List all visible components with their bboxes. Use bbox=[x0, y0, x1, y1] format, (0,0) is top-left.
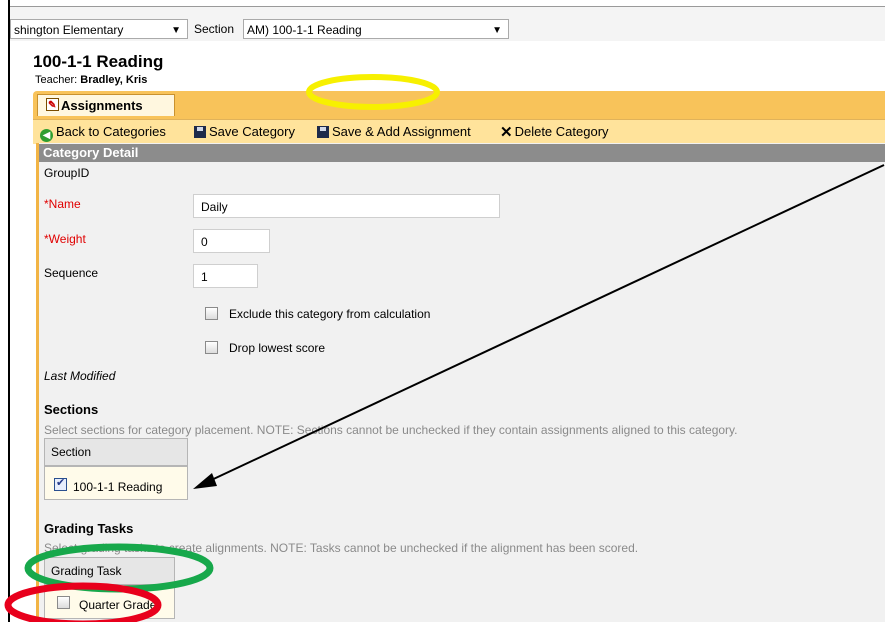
name-label: *Name bbox=[44, 197, 81, 211]
toolbar: ◀ Back to Categories Save Category Save &… bbox=[33, 119, 885, 144]
grading-task-column-header: Grading Task bbox=[44, 557, 175, 585]
last-modified-label: Last Modified bbox=[44, 369, 116, 383]
name-field[interactable]: Daily bbox=[193, 194, 500, 218]
back-label: Back to Categories bbox=[56, 124, 166, 139]
window-border bbox=[8, 0, 10, 622]
section-select[interactable]: AM) 100-1-1 Reading ▼ bbox=[243, 19, 509, 39]
weight-label: *Weight bbox=[44, 232, 86, 246]
teacher-line: Teacher: Bradley, Kris bbox=[35, 74, 147, 86]
exclude-label: Exclude this category from calculation bbox=[229, 307, 431, 321]
weight-field[interactable]: 0 bbox=[193, 229, 270, 253]
chevron-down-icon: ▼ bbox=[171, 25, 181, 36]
section-checkbox[interactable] bbox=[54, 476, 67, 491]
teacher-label: Teacher: bbox=[35, 74, 78, 86]
section-label: Section bbox=[194, 22, 235, 36]
sections-column-header: Section bbox=[44, 438, 188, 466]
sequence-value: 1 bbox=[201, 270, 208, 284]
save-add-label: Save & Add Assignment bbox=[332, 124, 471, 139]
edit-icon bbox=[46, 95, 59, 117]
groupid-label: GroupID bbox=[44, 166, 90, 180]
close-icon: ✕ bbox=[500, 124, 513, 141]
weight-value: 0 bbox=[201, 235, 208, 249]
save-category-button[interactable]: Save Category bbox=[194, 123, 295, 140]
section-select-value: AM) 100-1-1 Reading bbox=[247, 23, 362, 37]
delete-category-button[interactable]: ✕ Delete Category bbox=[500, 123, 609, 141]
section-row-label: 100-1-1 Reading bbox=[73, 480, 163, 494]
floppy-disk-icon bbox=[317, 126, 329, 138]
name-value: Daily bbox=[201, 200, 228, 214]
teacher-name: Bradley, Kris bbox=[80, 74, 148, 86]
exclude-checkbox[interactable] bbox=[205, 307, 218, 320]
grading-task-row-label: Quarter Grade bbox=[79, 598, 157, 612]
save-add-assignment-button[interactable]: Save & Add Assignment bbox=[317, 123, 471, 140]
drop-lowest-checkbox[interactable] bbox=[205, 341, 218, 354]
save-label: Save Category bbox=[209, 124, 295, 139]
sections-hint: Select sections for category placement. … bbox=[44, 423, 738, 437]
tab-assignments[interactable]: Assignments bbox=[37, 94, 175, 117]
delete-label: Delete Category bbox=[514, 124, 609, 139]
back-to-categories-button[interactable]: ◀ Back to Categories bbox=[40, 123, 166, 142]
grading-task-checkbox[interactable] bbox=[57, 596, 70, 609]
sections-title: Sections bbox=[44, 402, 99, 417]
sequence-label: Sequence bbox=[44, 266, 99, 280]
school-select-value: shington Elementary bbox=[14, 23, 124, 37]
top-divider bbox=[10, 6, 885, 7]
school-select[interactable]: shington Elementary ▼ bbox=[10, 19, 188, 39]
chevron-down-icon: ▼ bbox=[492, 25, 502, 36]
floppy-disk-icon bbox=[194, 126, 206, 138]
drop-lowest-label: Drop lowest score bbox=[229, 341, 326, 355]
panel-header: Category Detail bbox=[39, 144, 885, 162]
page-title: 100-1-1 Reading bbox=[33, 52, 164, 71]
sequence-field[interactable]: 1 bbox=[193, 264, 258, 288]
grading-tasks-title: Grading Tasks bbox=[44, 521, 134, 536]
tab-label: Assignments bbox=[61, 98, 143, 113]
grading-tasks-hint: Select grading tasks to create alignment… bbox=[44, 541, 639, 555]
back-arrow-icon: ◀ bbox=[40, 129, 53, 142]
